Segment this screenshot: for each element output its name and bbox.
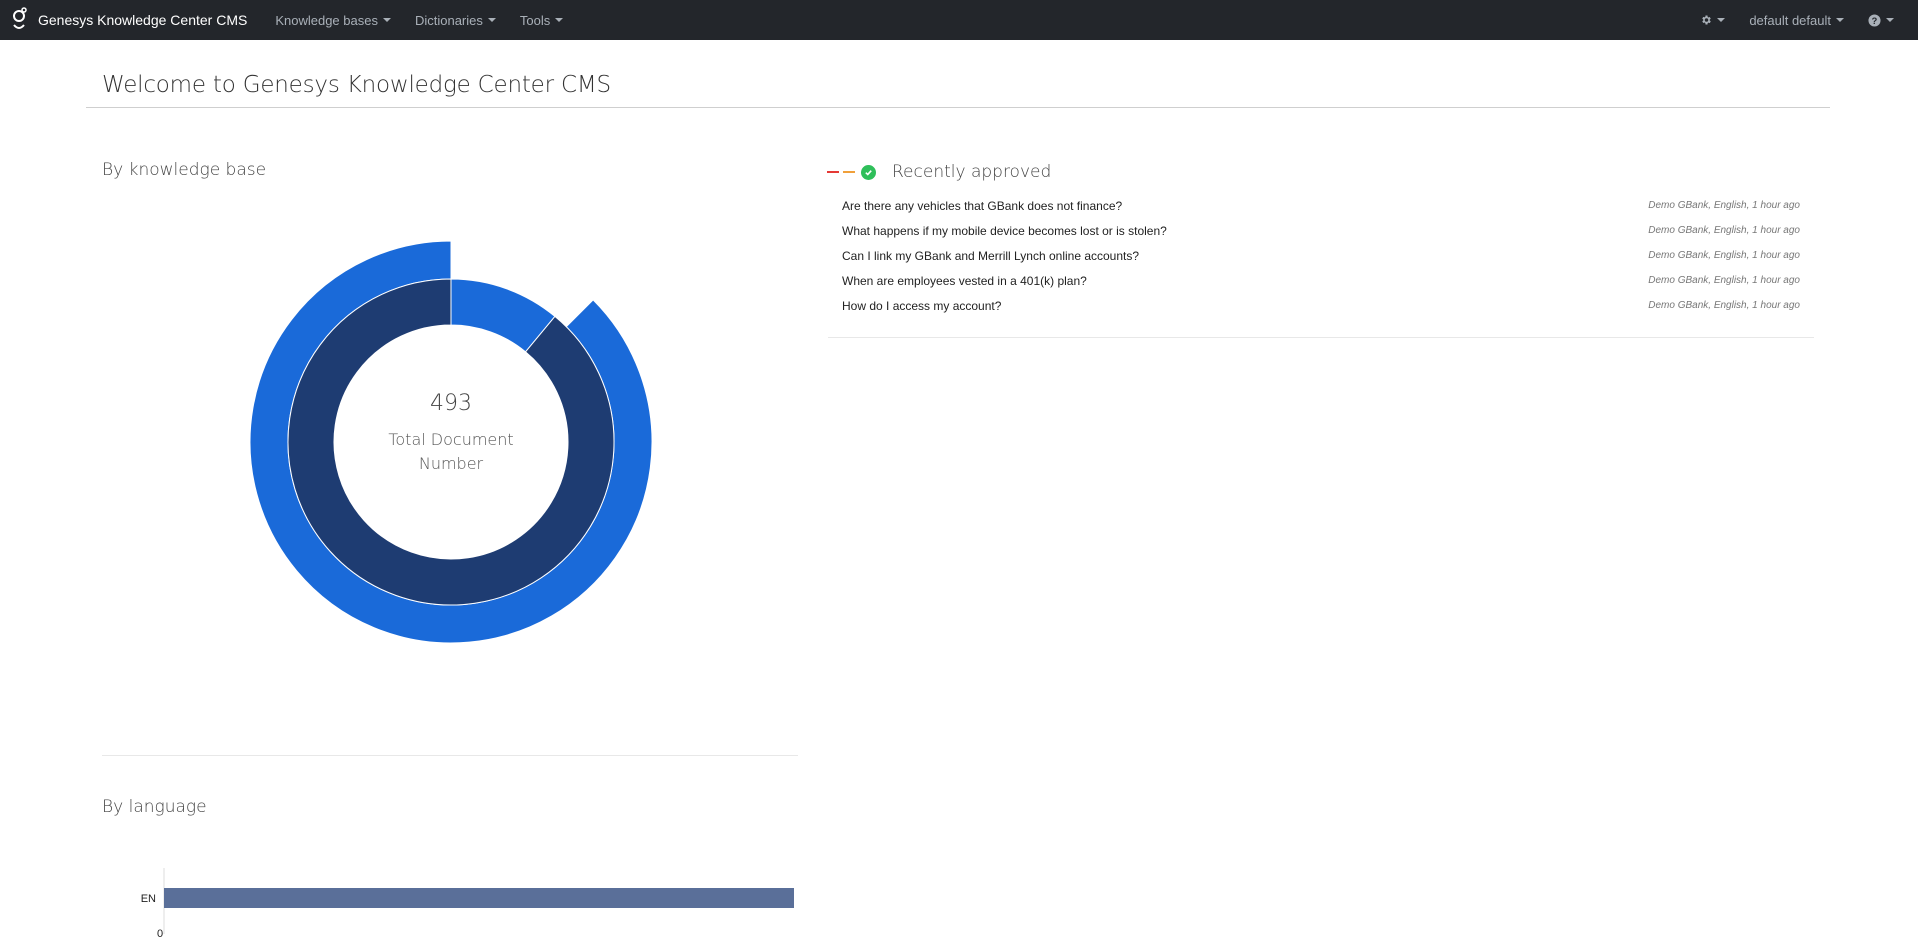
section-divider (102, 755, 798, 756)
knowledge-base-donut-chart: 493 Total Document Number (249, 240, 653, 644)
question-circle-icon: ? (1868, 13, 1881, 27)
question-link[interactable]: Can I link my GBank and Merrill Lynch on… (842, 249, 1139, 263)
bar-en[interactable] (164, 888, 794, 908)
svg-text:?: ? (1872, 15, 1878, 25)
list-item: How do I access my account? Demo GBank, … (842, 293, 1800, 318)
page-title: Welcome to Genesys Knowledge Center CMS (102, 72, 611, 98)
menu-dictionaries[interactable]: Dictionaries (403, 0, 508, 40)
list-item: When are employees vested in a 401(k) pl… (842, 268, 1800, 293)
brand-title: Genesys Knowledge Center CMS (38, 12, 248, 28)
question-link[interactable]: Are there any vehicles that GBank does n… (842, 199, 1122, 213)
question-meta: Demo GBank, English, 1 hour ago (1648, 225, 1800, 236)
x-tick-label: 0 (157, 928, 163, 940)
recently-approved-list: Are there any vehicles that GBank does n… (842, 193, 1800, 318)
bar-category-label: EN (141, 893, 156, 905)
question-link[interactable]: How do I access my account? (842, 299, 1001, 313)
total-document-count: 493 (430, 390, 472, 416)
user-name: default default (1749, 12, 1831, 28)
menu-dictionaries-label: Dictionaries (414, 12, 483, 28)
menu-tools-label: Tools (519, 12, 551, 28)
menu-knowledge-bases-label: Knowledge bases (275, 12, 378, 28)
list-item: Are there any vehicles that GBank does n… (842, 193, 1800, 218)
donut-center: 493 Total Document Number (249, 240, 653, 644)
section-divider (828, 337, 1814, 338)
chevron-down-icon (1717, 18, 1726, 22)
question-meta: Demo GBank, English, 1 hour ago (1648, 275, 1800, 286)
chevron-down-icon (1836, 18, 1844, 22)
recently-approved-title: Recently approved (892, 162, 1052, 182)
check-circle-icon (861, 164, 876, 180)
list-item: Can I link my GBank and Merrill Lynch on… (842, 243, 1800, 268)
brand[interactable]: Genesys Knowledge Center CMS (0, 0, 263, 40)
by-knowledge-base-title: By knowledge base (102, 160, 267, 180)
red-dash-icon (827, 171, 839, 173)
help-menu[interactable]: ? (1856, 0, 1906, 40)
user-menu[interactable]: default default (1737, 0, 1856, 40)
question-meta: Demo GBank, English, 1 hour ago (1648, 300, 1800, 311)
chevron-down-icon (382, 18, 391, 22)
by-language-title: By language (102, 797, 207, 817)
navbar-right: default default ? (1688, 0, 1906, 40)
chevron-down-icon (487, 18, 496, 22)
page-header: Welcome to Genesys Knowledge Center CMS (86, 70, 1830, 108)
question-link[interactable]: When are employees vested in a 401(k) pl… (842, 274, 1087, 288)
question-link[interactable]: What happens if my mobile device becomes… (842, 224, 1167, 238)
list-item: What happens if my mobile device becomes… (842, 218, 1800, 243)
total-document-label: Total Document Number (388, 429, 514, 473)
settings-menu[interactable] (1688, 0, 1737, 40)
orange-dash-icon (843, 171, 855, 173)
genesys-logo-icon (13, 7, 27, 29)
top-navbar: Genesys Knowledge Center CMS Knowledge b… (0, 0, 1918, 40)
menu-knowledge-bases[interactable]: Knowledge bases (263, 0, 403, 40)
recently-approved-header: Recently approved (827, 159, 1051, 185)
chevron-down-icon (555, 18, 564, 22)
menu-tools[interactable]: Tools (508, 0, 575, 40)
question-meta: Demo GBank, English, 1 hour ago (1648, 250, 1800, 261)
chevron-down-icon (1886, 18, 1894, 22)
gear-icon (1702, 15, 1712, 25)
question-meta: Demo GBank, English, 1 hour ago (1648, 200, 1800, 211)
language-bar-chart: EN 0 (141, 868, 794, 940)
